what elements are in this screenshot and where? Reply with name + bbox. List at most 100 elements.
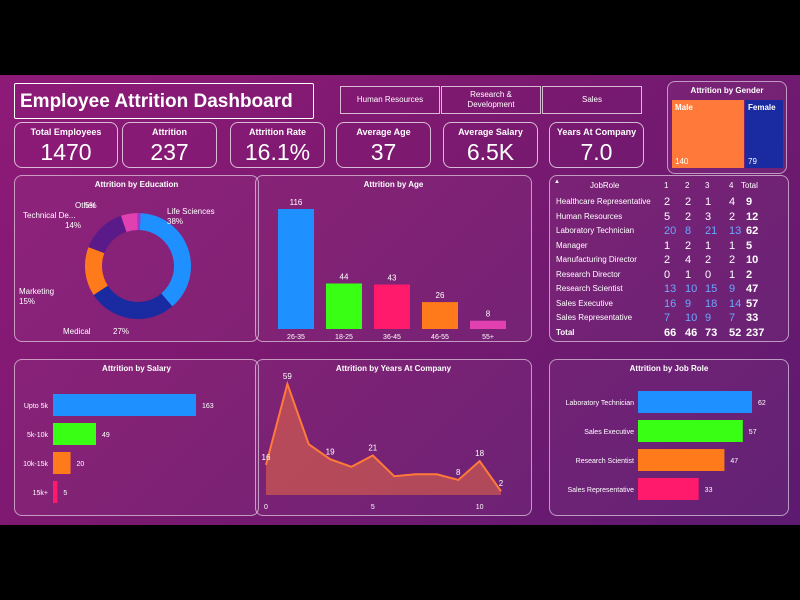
matrix-cell: 7 [664, 312, 671, 324]
years-tick-label: 5 [371, 504, 375, 511]
kpi-average-salary: Average Salary 6.5K [443, 122, 538, 168]
matrix-cell: 21 [705, 225, 718, 237]
jobrole-tick-label: Sales Executive [584, 429, 634, 436]
kpi-attrition: Attrition 237 [122, 122, 217, 168]
matrix-cell: 9 [729, 283, 736, 295]
age-panel: Attrition by Age 116 26-35 44 18-25 43 36-45 2… [255, 175, 532, 342]
jobrole-matrix-panel: ▲ JobRole 1 2 3 4 Total Healthcare Representati… [549, 175, 789, 342]
matrix-header[interactable]: Total [741, 181, 758, 190]
gender-male-block[interactable]: Male 140 [672, 100, 744, 168]
age-bar-value: 43 [388, 274, 397, 283]
years-point-label: 16 [262, 453, 271, 462]
matrix-cell: 4 [685, 254, 692, 266]
years-tick-label: 10 [476, 504, 484, 511]
slicer-sales[interactable]: Sales [542, 86, 642, 114]
age-tick-label: 46-55 [431, 334, 449, 341]
jobrole-bar-value: 47 [730, 458, 738, 465]
jobrole-bar-panel: Attrition by Job Role 62 Laboratory Techn… [549, 359, 789, 516]
salary-bar [53, 481, 58, 503]
slicer-research-development[interactable]: Research & Development [441, 86, 541, 114]
years-point-label: 8 [456, 468, 461, 477]
matrix-cell: 3 [705, 210, 712, 223]
kpi-label: Attrition [152, 127, 187, 137]
matrix-cell: 2 [705, 254, 712, 266]
education-panel: Attrition by Education Life Sciences 38% M… [14, 175, 259, 342]
years-point-label: 19 [326, 447, 335, 456]
age-tick-label: 36-45 [383, 334, 401, 341]
slicer-human-resources[interactable]: Human Resources [340, 86, 440, 114]
salary-bar-value: 5 [63, 490, 67, 497]
matrix-cell: 4 [729, 196, 736, 208]
jobrole-bar-value: 33 [705, 487, 713, 494]
years-area-chart: 16 59 19 21 8 18 2 0 5 10 [262, 372, 504, 511]
page-title: Employee Attrition Dashboard [14, 83, 314, 119]
matrix-cell: 10 [685, 312, 698, 324]
jobrole-bar [638, 478, 699, 500]
jobrole-matrix: ▲ JobRole 1 2 3 4 Total Healthcare Representati… [550, 176, 788, 341]
panel-title: Attrition by Gender [690, 86, 764, 95]
kpi-label: Attrition Rate [249, 127, 306, 137]
matrix-cell: 1 [685, 268, 692, 281]
matrix-cell: 46 [685, 326, 698, 339]
salary-panel: Attrition by Salary 163 Upto 5k 49 5k-10k 20… [14, 359, 259, 516]
kpi-attrition-rate: Attrition Rate 16.1% [230, 122, 325, 168]
matrix-cell: 15 [705, 283, 718, 295]
matrix-total-label: Total [556, 327, 575, 337]
matrix-header[interactable]: 2 [685, 181, 689, 190]
jobrole-bar [638, 449, 725, 471]
years-panel: Attrition by Years At Company 16 59 19 21 8 1… [255, 359, 532, 516]
gender-female-block[interactable]: Female 79 [745, 100, 783, 168]
age-bar-value: 44 [340, 272, 349, 281]
matrix-cell: 1 [705, 196, 712, 208]
salary-tick-label: 10k-15k [23, 461, 48, 468]
kpi-label: Total Employees [30, 127, 102, 137]
matrix-row-label: Research Scientist [556, 284, 623, 293]
jobrole-bar [638, 420, 743, 442]
slice-label: Life Sciences [167, 207, 215, 216]
years-tick-label: 0 [264, 504, 268, 511]
matrix-cell: 0 [705, 268, 712, 281]
slice-label: Medical [63, 327, 91, 336]
matrix-header[interactable]: JobRole [590, 181, 619, 190]
matrix-cell: 52 [729, 326, 742, 339]
kpi-average-age: Average Age 37 [336, 122, 431, 168]
matrix-row-label: Laboratory Technician [556, 226, 635, 235]
matrix-cell: 1 [729, 268, 736, 281]
matrix-header[interactable]: 3 [705, 181, 709, 190]
male-label: Male [675, 103, 693, 112]
salary-bar-chart: 163 Upto 5k 49 5k-10k 20 10k-15k 5 15k+ [23, 394, 214, 503]
female-label: Female [748, 103, 776, 112]
age-bar-value: 8 [486, 310, 491, 319]
kpi-label: Years At Company [556, 127, 637, 137]
salary-bar [53, 423, 96, 445]
slice-pct: 38% [167, 217, 183, 226]
sort-icon[interactable]: ▲ [554, 179, 560, 185]
matrix-cell: 8 [685, 225, 692, 237]
jobrole-bar-value: 57 [749, 429, 757, 436]
kpi-value: 6.5K [466, 139, 515, 165]
matrix-cell: 9 [685, 297, 692, 310]
matrix-cell: 2 [729, 210, 736, 223]
kpi-value: 237 [150, 139, 189, 165]
matrix-cell: 20 [664, 225, 677, 237]
matrix-cell: 2 [685, 210, 692, 223]
matrix-cell: 9 [705, 312, 712, 324]
years-point-label: 21 [368, 443, 377, 452]
salary-bar-value: 49 [102, 432, 110, 439]
matrix-cell: 10 [685, 283, 698, 295]
age-bar [374, 284, 410, 329]
salary-tick-label: 5k-10k [27, 432, 49, 439]
matrix-header[interactable]: 1 [664, 181, 668, 190]
matrix-header[interactable]: 4 [729, 181, 733, 190]
matrix-cell: 16 [664, 297, 677, 310]
slice-pct: 14% [65, 221, 81, 230]
years-point-label: 2 [499, 479, 504, 488]
matrix-cell: 13 [664, 283, 677, 295]
matrix-cell: 73 [705, 326, 718, 339]
matrix-cell: 18 [705, 297, 718, 310]
kpi-value: 1470 [40, 139, 92, 165]
matrix-cell: 2 [729, 254, 736, 266]
age-bar-value: 26 [436, 291, 445, 300]
years-point-label: 18 [475, 449, 484, 458]
jobrole-bar [638, 391, 752, 413]
